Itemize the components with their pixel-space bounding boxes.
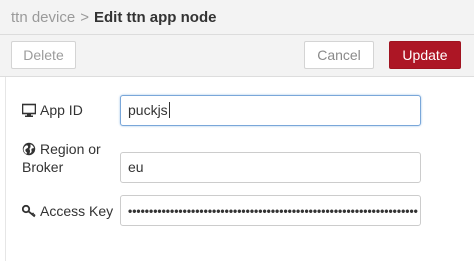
- delete-button[interactable]: Delete: [11, 41, 76, 69]
- region-label-line1: Region or: [40, 141, 101, 157]
- dialog-header: ttn device > Edit ttn app node: [0, 0, 474, 35]
- globe-icon: [22, 142, 36, 156]
- page-title: Edit ttn app node: [93, 9, 217, 26]
- app-id-input[interactable]: puckjs: [120, 95, 421, 126]
- text-caret: [168, 102, 170, 118]
- update-button[interactable]: Update: [389, 41, 461, 69]
- dialog-toolbar: Delete Cancel Update: [0, 35, 474, 77]
- access-key-label-text: Access Key: [40, 203, 114, 219]
- breadcrumb-separator: >: [80, 9, 89, 26]
- breadcrumb-parent[interactable]: ttn device: [11, 9, 75, 26]
- region-label-line2: Broker: [22, 159, 64, 175]
- key-icon: [21, 204, 36, 218]
- monitor-icon: [21, 103, 37, 117]
- access-key-label: Access Key: [21, 202, 114, 220]
- region-label-line2-wrap: Broker: [22, 158, 63, 176]
- access-key-masked-value: ••••••••••••••••••••••••••••••••••••••••…: [128, 204, 418, 218]
- region-label: Region or: [22, 140, 101, 158]
- app-id-value: puckjs: [128, 102, 168, 118]
- access-key-input[interactable]: ••••••••••••••••••••••••••••••••••••••••…: [120, 195, 421, 226]
- app-id-label-text: App ID: [40, 102, 83, 118]
- region-value: eu: [128, 159, 144, 175]
- cancel-button[interactable]: Cancel: [304, 41, 374, 69]
- breadcrumb: ttn device > Edit ttn app node: [11, 9, 216, 27]
- form-left-border: [5, 77, 6, 261]
- app-id-label: App ID: [21, 101, 83, 119]
- region-input[interactable]: eu: [120, 152, 421, 183]
- edit-node-dialog: ttn device > Edit ttn app node Delete Canc…: [0, 0, 474, 261]
